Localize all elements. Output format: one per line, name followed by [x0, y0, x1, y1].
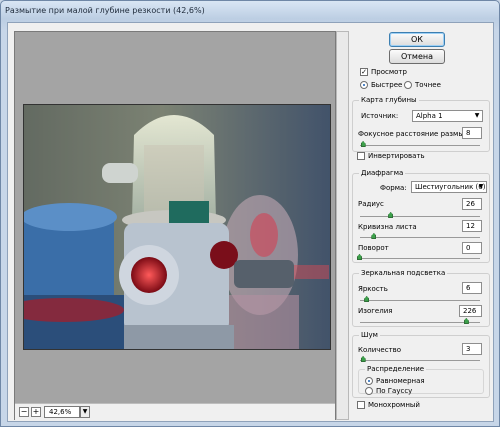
rotation-slider-track[interactable]	[360, 258, 480, 259]
gaussian-radio[interactable]	[365, 387, 373, 395]
preview-checkbox[interactable]: ✓	[360, 68, 368, 76]
amount-slider-thumb[interactable]	[360, 356, 366, 362]
threshold-slider-track[interactable]	[360, 322, 480, 323]
shape-select[interactable]: Шестиугольник (6) ▼	[411, 181, 487, 193]
curvature-slider-thumb[interactable]	[371, 233, 377, 239]
radius-slider-track[interactable]	[360, 216, 480, 217]
focal-distance-slider-thumb[interactable]	[360, 141, 366, 147]
uniform-label: Равномерная	[376, 377, 425, 385]
window-title: Размытие при малой глубине резкости (42,…	[5, 6, 205, 15]
focal-distance-field[interactable]: 8	[462, 127, 482, 139]
cancel-button[interactable]: Отмена	[389, 49, 445, 64]
zoom-bar: − + 42,6% ▼	[15, 403, 335, 420]
radius-field[interactable]: 26	[462, 198, 482, 210]
source-label: Источник:	[361, 112, 399, 120]
zoom-value-field[interactable]: 42,6%	[44, 406, 80, 418]
brightness-slider-thumb[interactable]	[364, 296, 370, 302]
chevron-down-icon: ▼	[474, 112, 480, 119]
zoom-dropdown-icon[interactable]: ▼	[80, 406, 90, 418]
rotation-field[interactable]: 0	[462, 242, 482, 254]
monochrome-checkbox[interactable]	[357, 401, 365, 409]
threshold-field[interactable]: 226	[459, 305, 482, 317]
monochrome-label: Монохромный	[368, 401, 420, 409]
brightness-label: Яркость	[358, 285, 388, 293]
rotation-label: Поворот	[358, 244, 389, 252]
amount-field[interactable]: 3	[462, 343, 482, 355]
amount-slider-track[interactable]	[360, 360, 480, 361]
highlight-group: Зеркальная подсветка Яркость 6 Изогелия …	[352, 269, 490, 327]
source-value: Alpha 1	[416, 112, 443, 120]
iris-title: Диафрагма	[359, 169, 406, 178]
brightness-field[interactable]: 6	[462, 282, 482, 294]
robot-photo	[24, 105, 330, 349]
amount-label: Количество	[358, 346, 402, 354]
depth-map-title: Карта глубины	[359, 96, 419, 105]
chevron-down-icon: ▼	[478, 183, 484, 190]
noise-group: Шум Количество 3 Распределение Равномерн…	[352, 331, 490, 398]
focal-distance-label: Фокусное расстояние размытия	[358, 130, 477, 138]
accurate-label: Точнее	[415, 81, 441, 89]
brightness-slider-track[interactable]	[360, 300, 480, 301]
preview-area[interactable]: − + 42,6% ▼	[14, 31, 336, 420]
radius-label: Радиус	[358, 200, 384, 208]
threshold-slider-thumb[interactable]	[463, 318, 469, 324]
focal-distance-slider-track[interactable]	[360, 145, 480, 146]
invert-checkbox[interactable]	[357, 152, 365, 160]
dialog-client: − + 42,6% ▼ ОК Отмена ✓ Просмотр Быстрее…	[7, 22, 494, 422]
fast-radio[interactable]	[360, 81, 368, 89]
curvature-field[interactable]: 12	[462, 220, 482, 232]
invert-label: Инвертировать	[368, 152, 425, 160]
distribution-title: Распределение	[365, 365, 427, 374]
preview-image[interactable]	[23, 104, 331, 350]
accurate-radio[interactable]	[404, 81, 412, 89]
highlight-title: Зеркальная подсветка	[359, 269, 448, 278]
source-select[interactable]: Alpha 1 ▼	[412, 110, 483, 122]
fast-label: Быстрее	[371, 81, 403, 89]
rotation-slider-thumb[interactable]	[357, 254, 362, 260]
preview-label: Просмотр	[371, 68, 407, 76]
ok-button[interactable]: ОК	[389, 32, 445, 47]
depth-map-group: Карта глубины Источник: Alpha 1 ▼ Фокусн…	[352, 96, 490, 152]
dialog-window: Размытие при малой глубине резкости (42,…	[0, 0, 500, 427]
zoom-out-button[interactable]: −	[19, 407, 29, 417]
noise-title: Шум	[359, 331, 380, 340]
threshold-label: Изогелия	[358, 307, 393, 315]
uniform-radio[interactable]	[365, 377, 373, 385]
shape-value: Шестиугольник (6)	[415, 183, 486, 191]
radius-slider-thumb[interactable]	[388, 212, 394, 218]
vertical-scrollbar[interactable]	[336, 31, 349, 420]
zoom-in-button[interactable]: +	[31, 407, 41, 417]
curvature-slider-track[interactable]	[360, 237, 480, 238]
gaussian-label: По Гауссу	[376, 387, 413, 395]
iris-group: Диафрагма Форма: Шестиугольник (6) ▼ Рад…	[352, 169, 490, 263]
curvature-label: Кривизна листа	[358, 223, 417, 231]
shape-label: Форма:	[380, 184, 407, 192]
